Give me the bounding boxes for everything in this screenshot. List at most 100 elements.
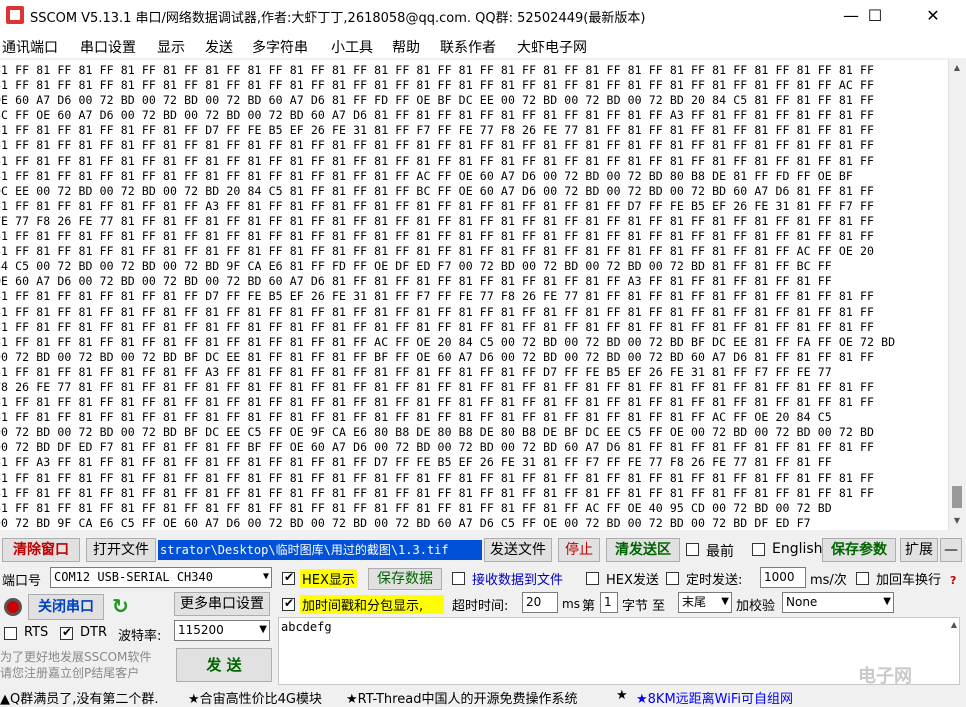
receive-hex-text: 81 FF 81 FF 81 FF 81 FF 81 FF 81 FF 81 F… [0,63,895,530]
promo-text-1: 为了更好地发展SSCOM软件 [0,650,152,664]
chevron-down-icon: ▼ [883,596,891,607]
clear-window-button[interactable]: 清除窗口 [2,538,80,562]
rts-label: RTS [24,625,49,640]
add-crlf-label: 加回车换行 [876,573,942,588]
scrollbar-thumb[interactable] [952,486,962,508]
menu-display[interactable]: 显示 [157,37,185,57]
menu-send[interactable]: 发送 [205,37,233,57]
receive-line: 81 FF 81 FF 81 FF 81 FF 81 FF D7 FF FE B… [0,124,875,138]
clear-send-area-button[interactable]: 清发送区 [606,538,680,562]
receive-line: 81 FF 81 FF 81 FF 81 FF 81 FF 81 FF 81 F… [0,335,896,349]
byte-start-input[interactable]: 1 [600,592,618,613]
menu-serial-settings[interactable]: 串口设置 [80,37,136,57]
more-serial-settings-button[interactable]: 更多串口设置 [174,592,270,616]
status-4g-module[interactable]: ★合宙高性价比4G模块 [188,688,322,707]
collapse-button[interactable]: — [940,538,962,562]
timeout-input[interactable]: 20 [522,592,558,613]
send-button[interactable]: 发 送 [176,648,272,682]
save-data-button[interactable]: 保存数据 [368,568,442,590]
port-select[interactable]: COM12 USB-SERIAL CH340 ▼ [50,567,272,588]
receive-line: 81 FF 81 FF 81 FF 81 FF 81 FF 81 FF 81 F… [0,305,875,319]
receive-line: DC EE 00 72 BD 00 72 BD 00 72 BD 20 84 C… [0,184,875,198]
checksum-select-value: None [786,595,818,609]
app-icon [6,6,24,24]
timestamp-checkbox[interactable] [282,596,295,611]
english-checkbox[interactable] [752,543,765,556]
receive-line: 84 C5 00 72 BD 00 72 BD 00 72 BD 9F CA E… [0,260,832,274]
status-rt-thread[interactable]: ★RT-Thread中国人的开源免费操作系统 [346,688,577,707]
receive-line: 81 FF 81 FF 81 FF 81 FF 81 FF 81 FF 81 F… [0,64,875,77]
recv-to-file-checkbox[interactable] [452,572,465,585]
byte-to-label: 字节 至 [622,599,666,614]
refresh-icon[interactable]: ↻ [112,594,129,618]
maximize-button[interactable]: ☐ [852,0,898,32]
topmost-label: 最前 [706,544,734,560]
port-label: 端口号 [2,574,42,589]
title-bar: SSCOM V5.13.1 串口/网络数据调试器,作者:大虾丁丁,2618058… [0,0,966,32]
menu-tools[interactable]: 小工具 [331,37,373,57]
receive-line: 81 FF 81 FF 81 FF 81 FF 81 FF D7 FF FE B… [0,290,875,304]
receive-line: 81 FF 81 FF 81 FF 81 FF 81 FF 81 FF 81 F… [0,411,832,425]
byte-from-label: 第 [582,599,596,614]
status-qq-group: ▲Q群满员了,没有第二个群. [0,692,159,707]
recv-to-file-label: 接收数据到文件 [472,573,564,588]
menu-daxia-electronics[interactable]: 大虾电子网 [517,37,587,57]
save-params-button[interactable]: 保存参数 [822,538,896,562]
dtr-checkbox[interactable] [60,625,73,640]
menu-help[interactable]: 帮助 [392,37,420,57]
close-port-button[interactable]: 关闭串口 [28,594,104,620]
receive-line: 81 FF 81 FF 81 FF 81 FF 81 FF 81 FF 81 F… [0,79,875,93]
receive-line: 00 72 BD DF ED F7 81 FF 81 FF 81 FF BF F… [0,441,875,455]
close-button[interactable]: ✕ [910,0,956,32]
topmost-checkbox[interactable] [686,543,699,556]
stop-button[interactable]: 停止 [558,538,600,562]
promo-text-2: 请您注册嘉立创P结尾客户 [0,666,140,680]
timed-interval-input[interactable]: 1000 [760,567,806,588]
receive-line: FE 77 F8 26 FE 77 81 FF 81 FF 81 FF 81 F… [0,214,875,228]
receive-line: 81 FF 81 FF 81 FF 81 FF 81 FF 81 FF 81 F… [0,501,832,515]
receive-line: 00 72 BD 00 72 BD 00 72 BD BF DC EE C5 F… [0,426,875,440]
menu-bar: 通讯端口 串口设置 显示 发送 多字符串 小工具 帮助 联系作者 大虾电子网 [0,32,966,58]
timeout-unit-label: ms [562,597,580,611]
hex-display-checkbox[interactable] [282,570,295,585]
menu-multi-string[interactable]: 多字符串 [252,37,308,57]
receive-area[interactable]: 81 FF 81 FF 81 FF 81 FF 81 FF 81 FF 81 F… [0,60,948,530]
receive-line: 81 FF 81 FF 81 FF 81 FF 81 FF 81 FF 81 F… [0,230,875,244]
send-file-button[interactable]: 发送文件 [484,538,552,562]
receive-line: 81 FF 81 FF 81 FF 81 FF 81 FF 81 FF 81 F… [0,139,875,153]
scroll-up-icon[interactable]: ▲ [951,63,963,73]
receive-line: 81 FF 81 FF 81 FF 81 FF 81 FF 81 FF 81 F… [0,471,875,485]
file-path-field[interactable]: strator\Desktop\临时图库\用过的截图\1.3.tif [158,540,482,560]
checksum-select[interactable]: None ▼ [782,592,894,613]
receive-line: OE 60 A7 D6 00 72 BD 00 72 BD 00 72 BD 6… [0,275,832,289]
send-text-content: abcdefg [281,620,332,634]
help-icon[interactable]: ? [950,574,964,588]
receive-line: 81 FF 81 FF 81 FF 81 FF 81 FF 81 FF 81 F… [0,396,875,410]
receive-line: 81 FF 81 FF 81 FF 81 FF 81 FF 81 FF 81 F… [0,169,853,183]
hex-send-checkbox[interactable] [586,572,599,585]
receive-scrollbar[interactable] [948,60,966,530]
receive-line: 00 72 BD 00 72 BD 00 72 BD BF DC EE 81 F… [0,350,875,364]
chevron-down-icon: ▼ [721,596,729,607]
receive-line: 8C FF OE 60 A7 D6 00 72 BD 00 72 BD 00 7… [0,109,875,123]
add-crlf-checkbox[interactable] [856,572,869,585]
timed-send-label: 定时发送: [686,573,743,588]
send-scroll-up-icon[interactable]: ▲ [951,620,957,629]
menu-contact-author[interactable]: 联系作者 [440,37,496,57]
rts-checkbox[interactable] [4,627,17,640]
open-file-button[interactable]: 打开文件 [86,538,156,562]
watermark-text: 电子网 [858,666,912,687]
timeout-label: 超时时间: [452,599,509,614]
end-select[interactable]: 末尾 ▼ [678,592,732,613]
receive-line: F8 26 FE 77 81 FF 81 FF 81 FF 81 FF 81 F… [0,380,875,394]
expand-button[interactable]: 扩展 [900,538,938,562]
timed-send-checkbox[interactable] [666,572,679,585]
menu-comm-port[interactable]: 通讯端口 [2,37,58,57]
baud-select[interactable]: 115200 ▼ [174,620,270,641]
english-label: English [772,541,823,557]
scroll-down-icon[interactable]: ▼ [951,516,963,526]
status-wifi-link[interactable]: ★8KM远距离WiFi可自组网 [636,688,793,707]
checksum-label: 加校验 [736,599,776,614]
end-select-value: 末尾 [682,595,707,609]
receive-line: 81 FF 81 FF 81 FF 81 FF 81 FF 81 FF 81 F… [0,320,875,334]
